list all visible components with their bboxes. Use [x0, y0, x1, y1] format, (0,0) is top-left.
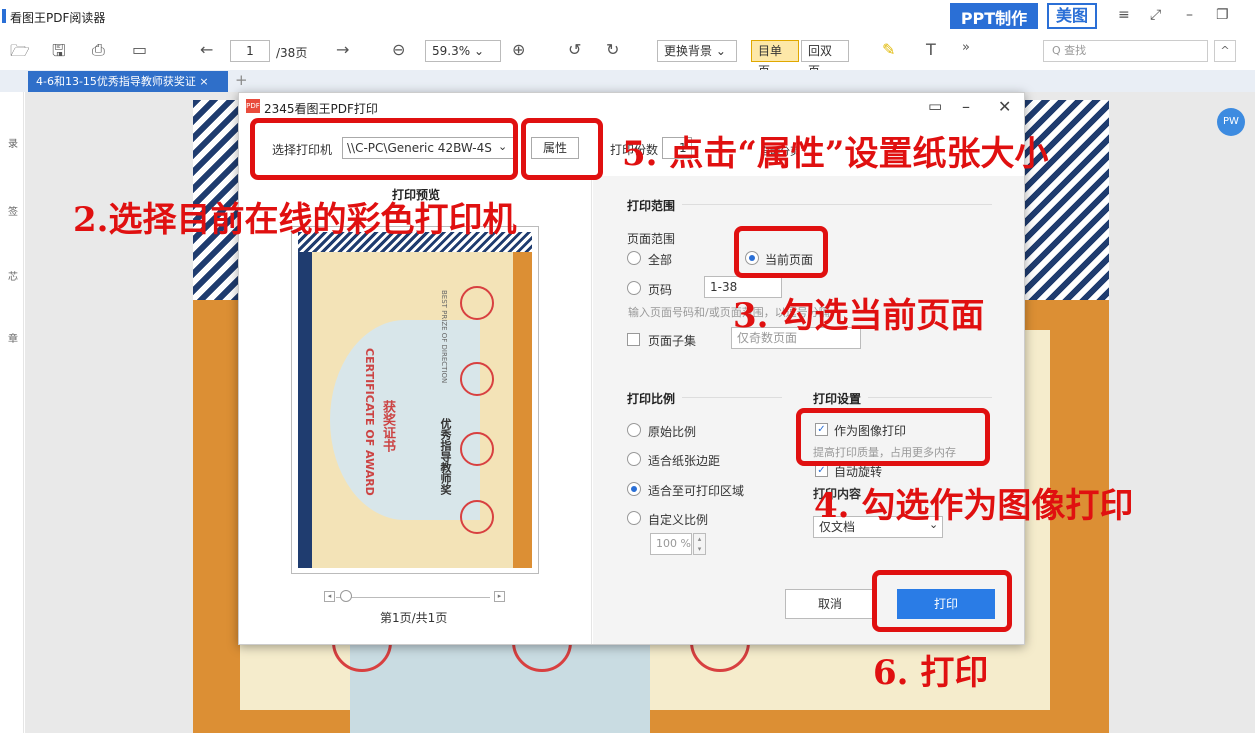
preview-orange-band [513, 252, 532, 568]
feedback-icon[interactable]: ▭ [928, 97, 942, 115]
subset-checkbox[interactable] [627, 333, 640, 346]
scale-stepper-icon[interactable]: ▴ ▾ [693, 533, 706, 555]
zoom-out-icon[interactable]: ⊖ [392, 40, 405, 59]
meitu-button[interactable]: 美图 [1047, 3, 1097, 29]
cert-award: 优秀指导教师奖 [439, 418, 452, 495]
convert-word-icon[interactable]: ▭ [132, 40, 147, 59]
scale-fit-printable-radio[interactable] [627, 482, 641, 496]
annotation-step4: 4. 勾选作为图像打印 [814, 486, 1134, 526]
left-sidebar [0, 92, 24, 733]
range-all-label: 全部 [648, 253, 673, 267]
settings-heading: 打印设置 [813, 392, 862, 406]
chevron-down-icon: ⌄ [473, 44, 485, 58]
rotate-right-icon[interactable]: ↻ [606, 40, 619, 59]
save-icon[interactable]: 🖫 [52, 40, 66, 67]
zoom-value: 59.3% [432, 44, 471, 58]
divider [868, 397, 992, 398]
app-logo-icon [2, 9, 6, 23]
pdf-logo-icon: PDF [246, 99, 260, 113]
rotate-left-icon[interactable]: ↺ [568, 40, 581, 59]
fullscreen-icon[interactable]: ⤢ [1150, 7, 1161, 23]
scale-custom-label: 自定义比例 [648, 513, 709, 527]
page-total: /38页 [276, 46, 308, 60]
sidebar-item-contents[interactable]: 录 [8, 135, 18, 150]
minimize-icon[interactable]: – [1186, 7, 1193, 23]
seal-icon [460, 362, 494, 396]
zoom-select[interactable]: 59.3% ⌄ [425, 40, 501, 62]
dialog-minimize-icon[interactable]: – [962, 97, 970, 116]
seal-icon [460, 286, 494, 320]
scale-original-label: 原始比例 [648, 425, 697, 439]
ppt-make-button[interactable]: PPT制作 [950, 3, 1038, 29]
text-tool-icon[interactable]: T [926, 40, 936, 59]
app-title: 看图王PDF阅读器 [10, 11, 106, 25]
scale-original-radio[interactable] [627, 423, 641, 437]
annotation-step6: 6. 打印 [873, 653, 989, 693]
range-sub-label: 页面范围 [627, 232, 676, 246]
collapse-icon[interactable]: ^ [1214, 40, 1236, 62]
cancel-button[interactable]: 取消 [785, 589, 875, 619]
page-number-input[interactable]: 1 [230, 40, 270, 62]
preview-slider-thumb[interactable] [340, 590, 352, 602]
highlighter-icon[interactable]: ✎ [882, 40, 895, 59]
range-all-radio[interactable] [627, 251, 641, 265]
slider-right-icon[interactable]: ▸ [494, 591, 505, 602]
scale-fit-printable-label: 适合至可打印区域 [648, 484, 745, 498]
scale-heading: 打印比例 [627, 392, 676, 406]
cert-title-en: CERTIFICATE OF AWARD [363, 348, 376, 496]
subset-label: 页面子集 [648, 334, 697, 348]
cert-name-en: BEST PRIZE OF DIRECTION [440, 290, 448, 384]
dialog-close-icon[interactable]: ✕ [998, 97, 1011, 116]
divider [682, 204, 992, 205]
search-input[interactable]: Q 查找 [1043, 40, 1208, 62]
add-tab-icon[interactable]: + [235, 71, 248, 89]
preview-navy-band [298, 252, 312, 568]
menu-icon[interactable]: ≡ [1118, 7, 1130, 23]
scale-fit-margin-radio[interactable] [627, 452, 641, 466]
highlight-as-image [796, 408, 990, 466]
seal-icon [460, 500, 494, 534]
range-heading: 打印范围 [627, 199, 676, 213]
divider [682, 397, 782, 398]
double-page-button[interactable]: 回双页 [801, 40, 849, 78]
sidebar-item-thumb[interactable]: 芯 [8, 268, 18, 283]
sidebar-item-notes[interactable]: 章 [8, 330, 18, 345]
annotation-step2: 2.选择目前在线的彩色打印机 [73, 200, 517, 240]
cert-title-cn: 获奖证书 [380, 400, 395, 452]
background-menu[interactable]: 更换背景 ⌄ [657, 40, 737, 62]
float-tool-icon[interactable]: PW [1217, 108, 1245, 136]
print-icon[interactable]: ⎙ [92, 40, 105, 60]
highlight-printer [250, 118, 518, 180]
range-pages-radio[interactable] [627, 281, 641, 295]
dialog-title: 2345看图王PDF打印 [264, 102, 378, 116]
slider-left-icon[interactable]: ◂ [324, 591, 335, 602]
highlight-print [872, 570, 1012, 632]
preview-slider-track[interactable] [336, 597, 490, 598]
more-icon[interactable]: » [962, 40, 970, 55]
highlight-current-page [734, 226, 828, 278]
preview-blue-shape [330, 320, 480, 520]
restore-icon[interactable]: ❐ [1216, 7, 1229, 23]
next-page-icon[interactable]: → [336, 40, 349, 59]
tab-document[interactable]: 4-6和13-15优秀指导教师获奖证 × [28, 71, 228, 92]
seal-icon [460, 432, 494, 466]
highlight-properties [521, 118, 603, 180]
chevron-down-icon: ⌄ [715, 44, 726, 58]
range-pages-label: 页码 [648, 283, 673, 297]
sidebar-item-bookmark[interactable]: 签 [8, 203, 18, 218]
annotation-step3: 3. 勾选当前页面 [733, 296, 985, 336]
annotation-step5: 5. 点击“属性”设置纸张大小 [622, 134, 1049, 174]
prev-page-icon[interactable]: ← [200, 40, 213, 59]
custom-scale-input[interactable]: 100 % [650, 533, 692, 555]
open-folder-icon[interactable]: 🗁 [10, 40, 30, 67]
background-menu-label: 更换背景 [664, 44, 713, 58]
scale-fit-margin-label: 适合纸张边距 [648, 454, 721, 468]
scale-custom-radio[interactable] [627, 511, 641, 525]
single-page-button[interactable]: 目单页 [751, 40, 799, 78]
zoom-in-icon[interactable]: ⊕ [512, 40, 525, 59]
preview-page-indicator: 第1页/共1页 [380, 611, 448, 625]
